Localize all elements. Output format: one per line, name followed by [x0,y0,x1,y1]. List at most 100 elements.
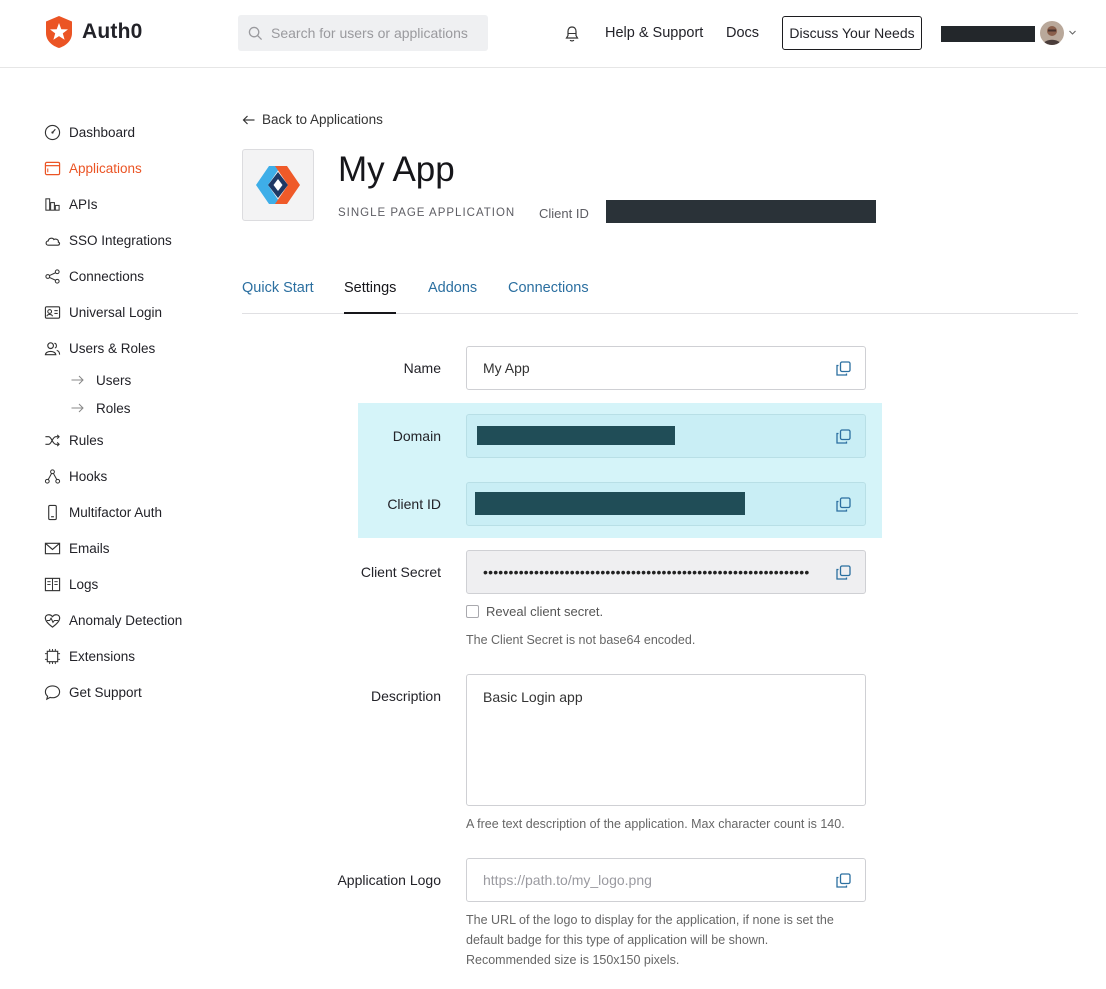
sidebar-item-get-support[interactable]: Get Support [44,674,224,710]
tab-quick-start[interactable]: Quick Start [242,280,314,296]
api-icon [45,197,60,211]
application-logo-label: Application Logo [337,872,441,888]
domain-value-redacted [477,426,675,445]
sidebar-item-label: Multifactor Auth [69,504,163,520]
avatar-image [1040,21,1064,45]
search-box[interactable] [238,15,488,51]
sidebar-item-sso-integrations[interactable]: SSO Integrations [44,222,224,258]
chip-icon [44,648,61,664]
client-id-field[interactable] [466,482,866,526]
discuss-needs-button[interactable]: Discuss Your Needs [782,16,922,50]
sidebar-item-label: Connections [69,268,145,284]
users-icon [44,341,61,355]
tab-connections[interactable]: Connections [508,280,589,296]
description-label: Description [370,688,441,704]
domain-label: Domain [392,428,441,444]
sidebar-item-dashboard[interactable]: Dashboard [44,114,224,150]
application-type-badge: SINGLE PAGE APPLICATION [338,207,516,219]
copy-icon[interactable] [836,873,851,888]
sidebar-subitem-label: Roles [96,400,131,416]
application-logo-hint-line: The URL of the logo to display for the a… [466,913,834,927]
sidebar-item-label: Get Support [69,684,142,700]
copy-icon[interactable] [836,361,851,376]
sidebar-item-multifactor-auth[interactable]: Multifactor Auth [44,494,224,530]
back-link-label: Back to Applications [262,112,383,127]
tab-addons[interactable]: Addons [428,280,477,296]
client-id-field-label: Client ID [387,496,441,512]
application-logo-placeholder: https://path.to/my_logo.png [483,872,652,888]
sidebar-item-label: Dashboard [69,124,136,140]
client-secret-hint: The Client Secret is not base64 encoded. [466,633,696,647]
sidebar-item-logs[interactable]: Logs [44,566,224,602]
gauge-icon [44,124,61,140]
description-textarea[interactable]: Basic Login app [466,674,866,806]
chevron-down-icon[interactable] [1068,28,1077,37]
sidebar-item-label: Extensions [69,648,136,664]
sidebar-item-label: Emails [69,540,110,556]
copy-icon[interactable] [836,565,851,580]
sidebar-item-universal-login[interactable]: Universal Login [44,294,224,330]
reveal-secret-toggle[interactable]: Reveal client secret. [466,604,603,619]
reveal-secret-label: Reveal client secret. [486,604,604,619]
sidebar-item-apis[interactable]: APIs [44,186,224,222]
cloud-icon [45,237,61,246]
name-field[interactable]: My App [466,346,866,390]
help-support-link[interactable]: Help & Support [605,25,703,41]
login-icon [44,305,61,319]
share-icon [45,268,60,284]
spa-badge-icon [256,166,300,204]
sidebar-subitem-roles[interactable]: Roles [44,394,224,422]
bell-icon[interactable] [564,25,580,43]
tab-settings[interactable]: Settings [344,280,397,314]
client-id-field-redacted [475,492,745,515]
settings-tabs: Quick Start Settings Addons Connections [242,270,1078,314]
arrow-left-icon [242,115,255,124]
browser-icon [44,161,61,175]
sidebar-item-emails[interactable]: Emails [44,530,224,566]
tenant-name-redacted[interactable] [941,26,1035,42]
sidebar-item-anomaly-detection[interactable]: Anomaly Detection [44,602,224,638]
domain-field[interactable] [466,414,866,458]
sidebar-item-label: Universal Login [69,304,163,320]
brand-logo[interactable]: Auth0 [43,15,143,49]
page-title: My App [338,150,455,189]
copy-icon[interactable] [836,497,851,512]
application-logo-hint-line: default badge for this type of applicati… [466,933,769,947]
description-hint: A free text description of the applicati… [466,817,845,831]
client-secret-masked: ••••••••••••••••••••••••••••••••••••••••… [483,564,810,580]
sidebar-item-label: Applications [69,160,142,176]
sidebar: Dashboard Applications APIs SSO Integrat… [44,114,224,710]
application-logo [242,149,314,221]
sidebar-item-users-roles[interactable]: Users & Roles [44,330,224,366]
mail-icon [44,542,61,554]
sidebar-item-connections[interactable]: Connections [44,258,224,294]
heart-pulse-icon [44,613,61,628]
sidebar-item-label: Logs [69,576,99,592]
sidebar-item-label: SSO Integrations [69,232,172,248]
sidebar-item-label: Anomaly Detection [69,612,183,628]
reveal-secret-checkbox[interactable] [466,605,479,618]
client-secret-field[interactable]: ••••••••••••••••••••••••••••••••••••••••… [466,550,866,594]
search-input[interactable] [271,25,481,41]
copy-icon[interactable] [836,429,851,444]
application-logo-field[interactable]: https://path.to/my_logo.png [466,858,866,902]
back-to-applications-link[interactable]: Back to Applications [242,112,383,127]
sidebar-item-applications[interactable]: Applications [44,150,224,186]
sidebar-subitem-users[interactable]: Users [44,366,224,394]
hooks-icon [44,468,61,484]
docs-link[interactable]: Docs [726,25,759,41]
sidebar-item-label: Hooks [69,468,108,484]
sidebar-item-label: APIs [69,196,98,212]
client-id-label: Client ID [539,206,589,221]
name-label: Name [403,360,441,376]
shuffle-icon [45,433,60,447]
user-avatar[interactable] [1040,21,1064,45]
sidebar-item-extensions[interactable]: Extensions [44,638,224,674]
top-bar: Auth0 Help & Support Docs Discuss Your N… [0,0,1106,68]
sidebar-item-label: Users & Roles [69,340,156,356]
name-value: My App [483,360,530,376]
sidebar-item-rules[interactable]: Rules [44,422,224,458]
description-value: Basic Login app [483,689,583,705]
client-id-value-redacted [606,200,876,223]
sidebar-item-hooks[interactable]: Hooks [44,458,224,494]
